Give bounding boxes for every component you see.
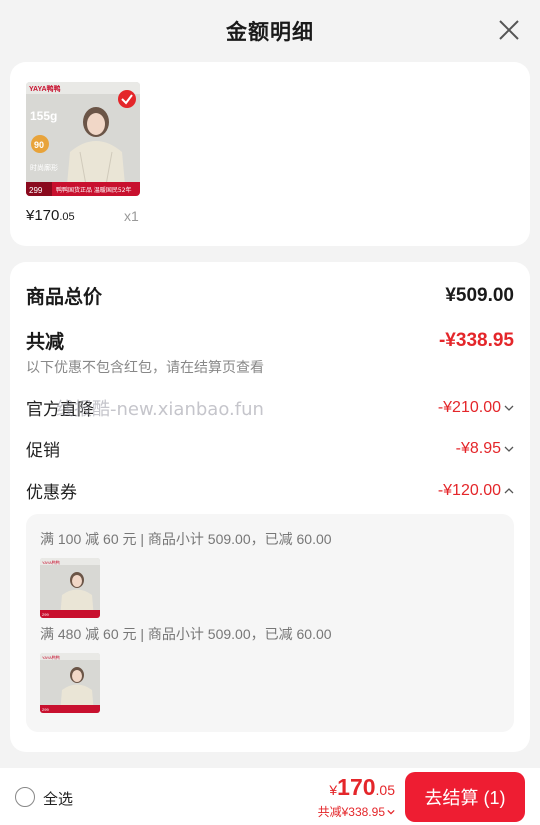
official-discount-row[interactable]: 官方直降 -¥210.00 bbox=[26, 395, 514, 420]
coupon-row[interactable]: 优惠券 -¥120.00 bbox=[26, 478, 514, 503]
select-all-label[interactable]: 全选 bbox=[43, 788, 73, 809]
checkout-bar: 全选 ¥170.05 共减¥338.95 去结算 (1) bbox=[0, 768, 540, 825]
discount-note: 以下优惠不包含红包，请在结算页查看 bbox=[26, 359, 264, 375]
svg-text:299: 299 bbox=[42, 707, 49, 712]
reduce-label: 共减 bbox=[26, 332, 65, 353]
total-price: ¥170.05 bbox=[329, 774, 395, 800]
coupon-detail-box: 满 100 减 60 元 | 商品小计 509.00，已减 60.00 YAYA… bbox=[26, 514, 514, 732]
product-card: YAYA鸭鸭 155g 90 时尚廓形 299 鸭鸭国货正品 温暖国民52年 ¥… bbox=[10, 62, 530, 246]
coupon-item-text: 满 100 减 60 元 | 商品小计 509.00，已减 60.00 bbox=[40, 531, 332, 547]
product-quantity: x1 bbox=[124, 208, 139, 224]
official-discount-value: -¥210.00 bbox=[437, 398, 501, 416]
svg-text:时尚廓形: 时尚廓形 bbox=[30, 163, 58, 172]
official-discount-label: 官方直降 bbox=[26, 400, 94, 419]
coupon-product-image: YAYA鸭鸭 299 bbox=[40, 653, 100, 713]
chevron-up-icon bbox=[504, 487, 514, 493]
weight-text: 155g bbox=[30, 109, 57, 123]
price-detail-card: 商品总价 ¥509.00 共减 -¥338.95 以下优惠不包含红包，请在结算页… bbox=[10, 262, 530, 752]
page-title: 金额明细 bbox=[226, 21, 314, 44]
select-all-radio[interactable] bbox=[15, 787, 35, 807]
close-icon[interactable] bbox=[498, 19, 520, 41]
svg-text:YAYA鸭鸭: YAYA鸭鸭 bbox=[42, 654, 60, 660]
chevron-down-icon bbox=[504, 446, 514, 452]
total-saved[interactable]: 共减¥338.95 bbox=[318, 803, 395, 820]
coupon-item-text: 满 480 减 60 元 | 商品小计 509.00，已减 60.00 bbox=[40, 626, 332, 642]
coupon-product-image: YAYA鸭鸭 299 bbox=[40, 558, 100, 618]
product-price: ¥170.05 bbox=[26, 207, 75, 224]
chevron-down-icon bbox=[504, 405, 514, 411]
coupon-value: -¥120.00 bbox=[437, 481, 501, 499]
svg-text:299: 299 bbox=[42, 612, 49, 617]
coupon-label: 优惠券 bbox=[26, 483, 77, 502]
promo-label: 促销 bbox=[26, 441, 60, 460]
header: 金额明细 bbox=[0, 0, 540, 62]
svg-text:90: 90 bbox=[34, 140, 44, 150]
promo-row[interactable]: 促销 -¥8.95 bbox=[26, 436, 514, 461]
reduce-value: -¥338.95 bbox=[438, 329, 514, 351]
total-label: 商品总价 bbox=[26, 287, 103, 308]
svg-text:YAYA鸭鸭: YAYA鸭鸭 bbox=[42, 559, 60, 565]
total-row: 商品总价 ¥509.00 bbox=[26, 282, 514, 309]
svg-text:299: 299 bbox=[29, 186, 43, 195]
total-value: ¥509.00 bbox=[445, 284, 514, 306]
promo-value: -¥8.95 bbox=[455, 439, 501, 457]
checkout-button[interactable]: 去结算 (1) bbox=[405, 772, 525, 822]
chevron-down-icon bbox=[387, 809, 395, 814]
svg-text:鸭鸭国货正品 温暖国民52年: 鸭鸭国货正品 温暖国民52年 bbox=[56, 186, 132, 194]
product-image[interactable]: YAYA鸭鸭 155g 90 时尚廓形 299 鸭鸭国货正品 温暖国民52年 bbox=[26, 82, 140, 196]
reduce-row: 共减 -¥338.95 bbox=[26, 327, 514, 354]
brand-logo: YAYA鸭鸭 bbox=[29, 84, 61, 93]
